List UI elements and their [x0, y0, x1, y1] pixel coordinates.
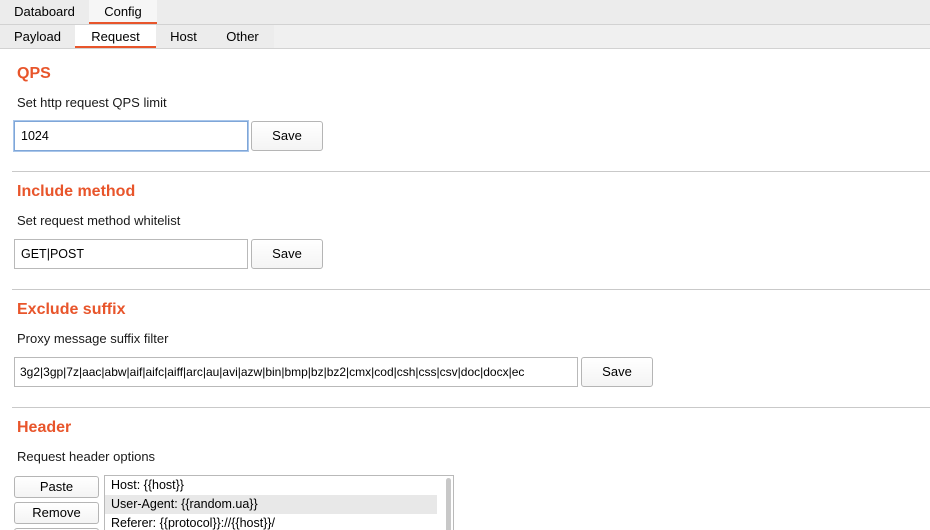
header-list[interactable]: Host: {{host}} User-Agent: {{random.ua}}…: [104, 475, 454, 530]
tab-databoard[interactable]: Databoard: [0, 0, 89, 24]
exclude-suffix-save-button[interactable]: Save: [581, 357, 653, 387]
qps-input[interactable]: 1024: [14, 121, 248, 151]
header-description: Request header options: [17, 449, 156, 464]
list-item[interactable]: Host: {{host}}: [105, 476, 437, 495]
remove-button[interactable]: Remove: [14, 502, 99, 524]
qps-save-button[interactable]: Save: [251, 121, 323, 151]
header-title: Header: [17, 419, 72, 436]
qps-description: Set http request QPS limit: [17, 95, 167, 110]
tab-request[interactable]: Request: [75, 25, 156, 48]
list-item[interactable]: Referer: {{protocol}}://{{host}}/: [105, 514, 437, 530]
tab-other[interactable]: Other: [211, 25, 274, 48]
divider: [12, 171, 930, 172]
include-method-description: Set request method whitelist: [17, 213, 181, 228]
sub-tab-bar: Payload Request Host Other: [0, 25, 930, 49]
paste-button[interactable]: Paste: [14, 476, 99, 498]
exclude-suffix-input[interactable]: 3g2|3gp|7z|aac|abw|aif|aifc|aiff|arc|au|…: [14, 357, 578, 387]
qps-title: QPS: [17, 65, 51, 82]
divider: [12, 289, 930, 290]
list-scrollbar[interactable]: [446, 478, 451, 530]
include-method-title: Include method: [17, 183, 136, 200]
exclude-suffix-title: Exclude suffix: [17, 301, 126, 318]
tab-config[interactable]: Config: [89, 0, 157, 24]
exclude-suffix-description: Proxy message suffix filter: [17, 331, 169, 346]
list-item[interactable]: User-Agent: {{random.ua}}: [105, 495, 437, 514]
app-window: Databoard Config Payload Request Host Ot…: [0, 0, 930, 530]
tab-host[interactable]: Host: [156, 25, 211, 48]
tab-payload[interactable]: Payload: [0, 25, 75, 48]
divider: [12, 407, 930, 408]
include-method-save-button[interactable]: Save: [251, 239, 323, 269]
top-tab-bar: Databoard Config: [0, 0, 930, 25]
tab-bar-filler: [274, 25, 930, 48]
include-method-input[interactable]: GET|POST: [14, 239, 248, 269]
